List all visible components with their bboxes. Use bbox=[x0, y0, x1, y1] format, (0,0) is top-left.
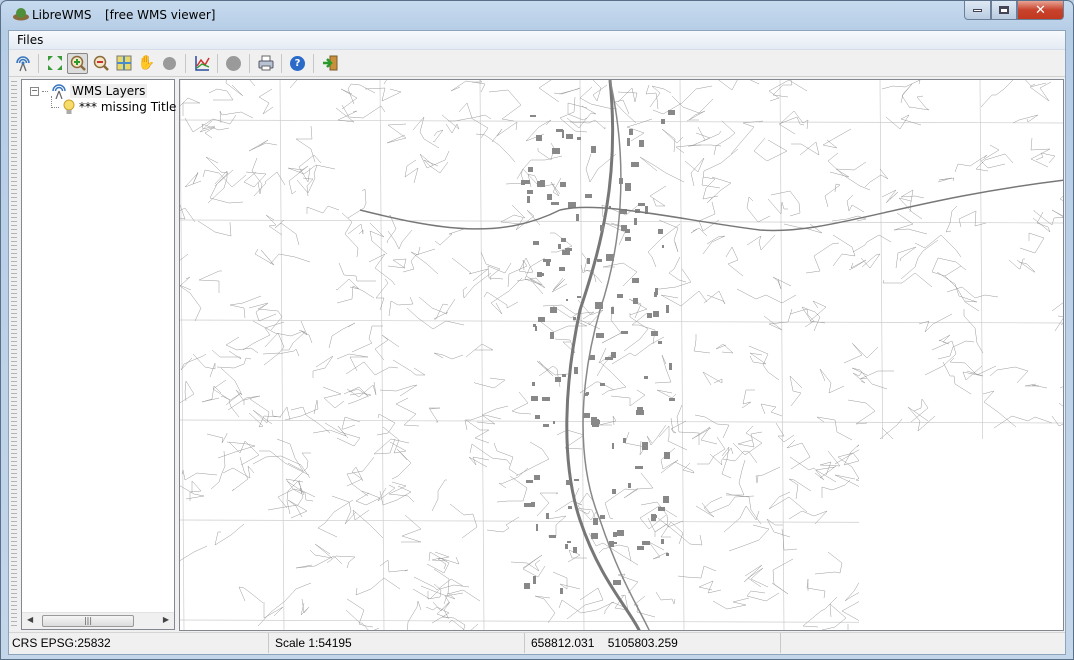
layer-tree[interactable]: − WMS Layers *** missing Title ◀ ||| ▶ bbox=[21, 79, 176, 630]
scroll-right-icon[interactable]: ▶ bbox=[163, 615, 169, 624]
disabled-circle-icon bbox=[163, 56, 176, 70]
minimize-button[interactable] bbox=[964, 1, 991, 20]
collapse-icon[interactable]: − bbox=[30, 86, 39, 96]
layer-panel: − WMS Layers *** missing Title ◀ ||| ▶ bbox=[9, 79, 177, 631]
scrollbar-thumb[interactable]: ||| bbox=[42, 615, 134, 627]
help-icon: ? bbox=[290, 55, 305, 71]
scale-readout: Scale 1:54195 bbox=[269, 633, 525, 653]
tree-node-wms-layers[interactable]: − WMS Layers bbox=[30, 83, 148, 99]
zoom-full-extent-button[interactable] bbox=[44, 53, 65, 74]
toolbar-separator bbox=[217, 53, 218, 73]
wms-connect-button[interactable] bbox=[12, 53, 33, 74]
horizontal-scrollbar[interactable]: ◀ ||| ▶ bbox=[22, 612, 174, 629]
pan-button[interactable]: ✋ bbox=[136, 53, 157, 74]
scroll-left-icon[interactable]: ◀ bbox=[27, 615, 33, 624]
minimize-icon bbox=[973, 8, 982, 12]
client-area: Files ✋ ? − WMS Layers *** missing Title bbox=[8, 30, 1066, 655]
tree-connector bbox=[42, 90, 48, 92]
disabled-circle-icon bbox=[226, 55, 241, 71]
printer-icon bbox=[258, 55, 273, 71]
tree-connector bbox=[51, 106, 59, 108]
topographic-map[interactable] bbox=[180, 80, 1064, 631]
zoom-layer-button[interactable] bbox=[113, 53, 134, 74]
lightbulb-icon bbox=[63, 99, 75, 114]
antenna-icon bbox=[15, 56, 30, 72]
crs-readout: CRS EPSG:25832 bbox=[9, 633, 269, 653]
hand-icon: ✋ bbox=[137, 55, 156, 71]
help-button[interactable]: ? bbox=[287, 53, 308, 74]
expand-arrows-icon bbox=[47, 56, 62, 70]
map-canvas[interactable] bbox=[179, 79, 1064, 631]
exit-button[interactable] bbox=[319, 53, 340, 74]
zoom-in-button[interactable] bbox=[67, 52, 88, 74]
toolbar-separator bbox=[313, 53, 314, 73]
window-subtitle: [free WMS viewer] bbox=[105, 8, 216, 22]
legend-button[interactable] bbox=[191, 53, 212, 74]
coordinate-readout: 658812.031 5105803.259 bbox=[525, 633, 781, 653]
map-icon bbox=[116, 55, 131, 71]
close-button[interactable]: ✕ bbox=[1017, 1, 1064, 20]
toolbar: ✋ ? bbox=[9, 50, 1065, 77]
toolbar-separator bbox=[185, 53, 186, 73]
toolbar-separator bbox=[249, 53, 250, 73]
close-icon: ✕ bbox=[1035, 2, 1046, 18]
zoom-out-button[interactable] bbox=[90, 53, 111, 74]
status-empty bbox=[781, 633, 1065, 653]
coord-y: 5105803.259 bbox=[607, 636, 678, 650]
print-button[interactable] bbox=[255, 53, 276, 74]
coord-x: 658812.031 bbox=[531, 636, 595, 650]
toolbar-separator bbox=[38, 53, 39, 73]
window-title: LibreWMS bbox=[32, 8, 92, 22]
exit-door-icon bbox=[322, 55, 337, 71]
tree-node-layer[interactable]: *** missing Title bbox=[51, 99, 176, 115]
toolbar-separator bbox=[281, 53, 282, 73]
maximize-button[interactable] bbox=[991, 1, 1017, 20]
app-logo-icon bbox=[13, 8, 29, 21]
antenna-icon bbox=[52, 84, 66, 99]
stop-button[interactable] bbox=[159, 53, 180, 74]
dock-grip[interactable] bbox=[11, 81, 17, 627]
app-window: LibreWMS [free WMS viewer] ✕ Files ✋ ? −… bbox=[0, 0, 1074, 660]
title-bar[interactable]: LibreWMS [free WMS viewer] ✕ bbox=[1, 1, 1073, 29]
zoom-out-icon bbox=[93, 55, 109, 71]
menu-bar: Files bbox=[9, 31, 1065, 50]
tree-label: *** missing Title bbox=[79, 100, 177, 114]
tree-label: WMS Layers bbox=[70, 84, 148, 98]
menu-files[interactable]: Files bbox=[17, 33, 43, 47]
record-button[interactable] bbox=[223, 53, 244, 74]
status-bar: CRS EPSG:25832 Scale 1:54195 658812.031 … bbox=[9, 632, 1065, 653]
maximize-icon bbox=[999, 6, 1009, 14]
chart-icon bbox=[194, 56, 210, 71]
zoom-in-icon bbox=[70, 55, 86, 71]
